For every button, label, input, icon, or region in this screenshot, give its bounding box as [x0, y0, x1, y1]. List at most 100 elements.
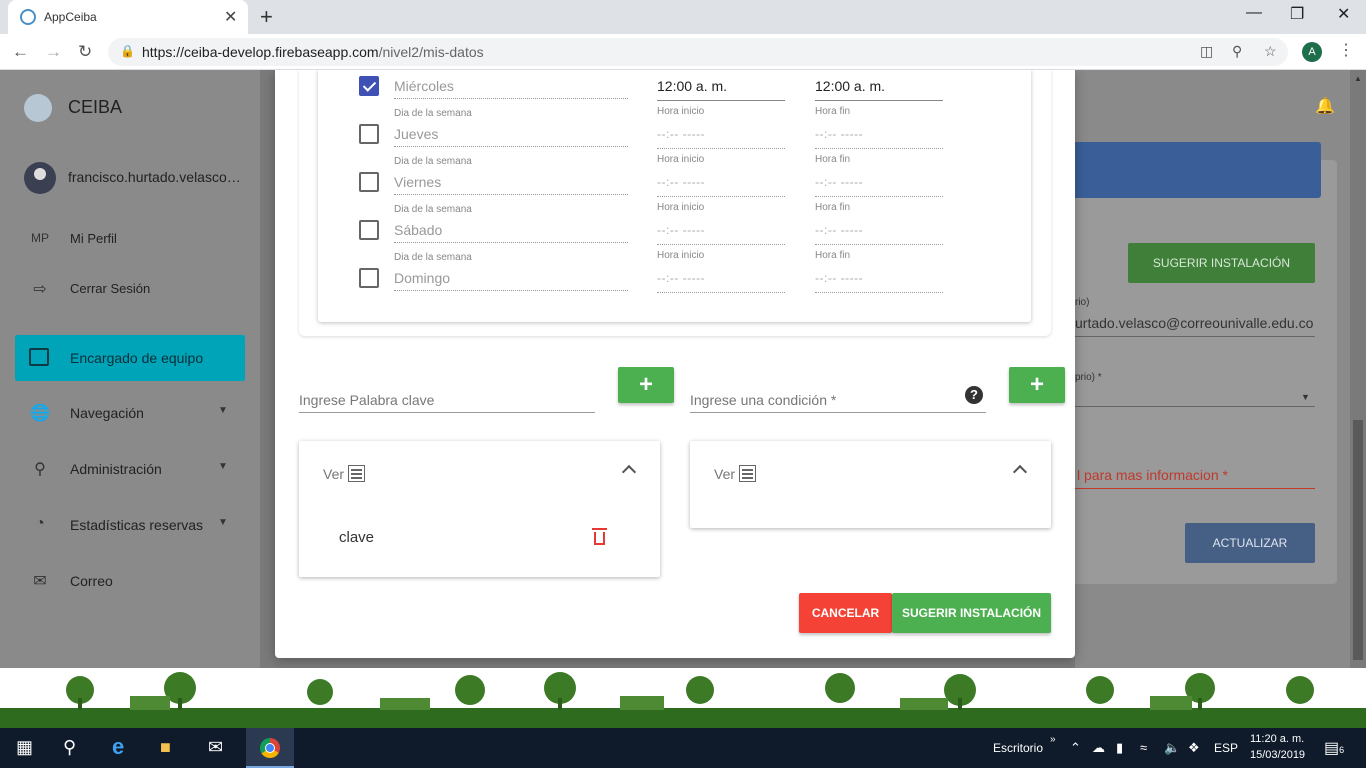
- caret-down-icon[interactable]: ▼: [1301, 392, 1310, 402]
- keyword-input-line: [299, 412, 595, 413]
- bg-update-button[interactable]: ACTUALIZAR: [1185, 523, 1315, 563]
- page-scrollbar[interactable]: ▲: [1350, 70, 1366, 668]
- bg-required-field[interactable]: l para mas informacion *: [1077, 467, 1228, 483]
- hierarchy-icon: ⚲: [34, 461, 46, 478]
- volume-icon[interactable]: 🔈: [1164, 740, 1180, 756]
- condition-input[interactable]: Ingrese una condición *: [690, 392, 836, 408]
- start-time-input[interactable]: --:-- -----: [657, 175, 705, 189]
- start-time-input[interactable]: --:-- -----: [657, 271, 705, 285]
- panel-toggle-label[interactable]: Ver: [323, 466, 344, 482]
- bg-suggest-button[interactable]: SUGERIR INSTALACIÓN: [1128, 243, 1315, 283]
- translate-icon[interactable]: ◫: [1200, 43, 1213, 60]
- file-explorer-icon[interactable]: ■: [160, 737, 171, 758]
- sidebar-item-label: Mi Perfil: [70, 231, 117, 246]
- sidebar-item-administracion[interactable]: ⚲ Administración ▼: [0, 449, 260, 489]
- tray-up-icon[interactable]: ⌃: [1070, 740, 1081, 756]
- clock-time[interactable]: 11:20 a. m.: [1250, 733, 1304, 745]
- end-time-input[interactable]: --:-- -----: [815, 175, 863, 189]
- scrollbar-thumb[interactable]: [1353, 420, 1363, 660]
- field-line: [815, 148, 943, 149]
- url-host: https://ceiba-develop.firebaseapp.com: [142, 44, 379, 60]
- day-caption: Dia de la semana: [394, 252, 472, 263]
- end-time-input[interactable]: 12:00 a. m.: [815, 78, 885, 94]
- bell-icon[interactable]: 🔔: [1315, 96, 1335, 116]
- window-close-icon[interactable]: ✕: [1337, 4, 1350, 24]
- add-condition-button[interactable]: +: [1009, 367, 1065, 403]
- keyword-input[interactable]: Ingrese Palabra clave: [299, 392, 434, 408]
- checkbox-miercoles[interactable]: [359, 76, 379, 96]
- end-time-input[interactable]: --:-- -----: [815, 223, 863, 237]
- user-name: francisco.hurtado.velasco@correounivalle…: [68, 169, 248, 185]
- field-line: [657, 196, 785, 197]
- minimize-icon[interactable]: —: [1246, 4, 1262, 22]
- sidebar-item-label: Administración: [70, 461, 162, 477]
- start-time-input[interactable]: --:-- -----: [657, 223, 705, 237]
- search-icon[interactable]: ⚲: [63, 737, 76, 758]
- end-time-input[interactable]: --:-- -----: [815, 127, 863, 141]
- notifications-icon[interactable]: ▤6: [1324, 738, 1344, 758]
- field-line: [815, 196, 943, 197]
- checkbox-sabado[interactable]: [359, 220, 379, 240]
- chrome-icon: [260, 738, 280, 758]
- scroll-up-icon[interactable]: ▲: [1354, 74, 1362, 83]
- dashboard-icon: [29, 348, 49, 366]
- star-icon[interactable]: ☆: [1264, 43, 1277, 60]
- checkbox-domingo[interactable]: [359, 268, 379, 288]
- language-indicator[interactable]: ESP: [1214, 741, 1238, 755]
- url-text[interactable]: https://ceiba-develop.firebaseapp.com/ni…: [142, 44, 484, 60]
- checkbox-jueves[interactable]: [359, 124, 379, 144]
- toolbar-chevron-icon[interactable]: »: [1050, 734, 1056, 745]
- sidebar-item-correo[interactable]: ✉ Correo: [0, 561, 260, 601]
- day-caption: Dia de la semana: [394, 204, 472, 215]
- sidebar-item-profile[interactable]: MP Mi Perfil: [0, 219, 260, 259]
- pie-icon: ◔: [35, 515, 45, 532]
- field-line: [815, 100, 943, 101]
- submit-suggest-button[interactable]: SUGERIR INSTALACIÓN: [892, 593, 1051, 633]
- onedrive-icon[interactable]: ☁: [1092, 740, 1105, 756]
- bg-email-field[interactable]: urtado.velasco@correounivalle.edu.co: [1075, 315, 1313, 331]
- battery-icon[interactable]: ▮: [1116, 740, 1123, 756]
- sidebar-item-label: Estadísticas reservas: [70, 517, 204, 533]
- start-time-input[interactable]: 12:00 a. m.: [657, 78, 727, 94]
- mail-app-icon[interactable]: ✉: [208, 737, 223, 758]
- chevron-up-icon[interactable]: [1012, 464, 1028, 480]
- profile-avatar[interactable]: A: [1302, 42, 1322, 62]
- edge-icon[interactable]: e: [112, 734, 124, 760]
- restore-icon[interactable]: ❐: [1290, 4, 1304, 24]
- sidebar-item-label: Cerrar Sesión: [70, 281, 151, 296]
- panel-toggle-label[interactable]: Ver: [714, 466, 735, 482]
- cancel-button[interactable]: CANCELAR: [799, 593, 892, 633]
- sidebar-item-navegacion[interactable]: 🌐 Navegación ▼: [0, 393, 260, 433]
- windows-start-icon[interactable]: ▦: [16, 737, 33, 758]
- forward-icon[interactable]: →: [45, 42, 62, 62]
- end-time-input[interactable]: --:-- -----: [815, 271, 863, 285]
- sidebar-item-estadisticas[interactable]: ◔ Estadísticas reservas ▼: [0, 505, 260, 545]
- wifi-icon[interactable]: ≈: [1140, 740, 1147, 755]
- key-icon[interactable]: ⚲: [1232, 43, 1242, 60]
- browser-tab[interactable]: AppCeiba ✕: [8, 0, 248, 34]
- chevron-down-icon: ▼: [218, 517, 228, 528]
- trash-icon[interactable]: [592, 528, 607, 545]
- url-omnibox[interactable]: 🔒 https://ceiba-develop.firebaseapp.com/…: [108, 38, 1288, 66]
- new-tab-button[interactable]: +: [260, 4, 273, 30]
- menu-dots-icon[interactable]: ⋮: [1338, 40, 1354, 60]
- field-line: [815, 244, 943, 245]
- add-keyword-button[interactable]: +: [618, 367, 674, 403]
- desktop-toolbar[interactable]: Escritorio: [993, 741, 1043, 755]
- chevron-up-icon[interactable]: [621, 464, 637, 480]
- help-icon[interactable]: ?: [965, 386, 983, 404]
- sidebar-item-encargado[interactable]: Encargado de equipo: [15, 335, 245, 381]
- reload-icon[interactable]: ↻: [78, 42, 92, 62]
- dropbox-icon[interactable]: ❖: [1188, 740, 1200, 756]
- clock-date[interactable]: 15/03/2019: [1250, 749, 1305, 761]
- start-time-input[interactable]: --:-- -----: [657, 127, 705, 141]
- checkbox-viernes[interactable]: [359, 172, 379, 192]
- url-path: /nivel2/mis-datos: [378, 44, 484, 60]
- chrome-taskbar-icon[interactable]: [246, 728, 294, 768]
- chevron-down-icon: ▼: [218, 405, 228, 416]
- schedule-table: Miércoles 12:00 a. m. 12:00 a. m. Dia de…: [318, 70, 1031, 322]
- back-icon[interactable]: ←: [12, 42, 29, 62]
- tab-close-icon[interactable]: ✕: [224, 7, 237, 27]
- page-viewport: CEIBA francisco.hurtado.velasco@correoun…: [0, 70, 1366, 668]
- sidebar-item-logout[interactable]: ⇨ Cerrar Sesión: [0, 269, 260, 309]
